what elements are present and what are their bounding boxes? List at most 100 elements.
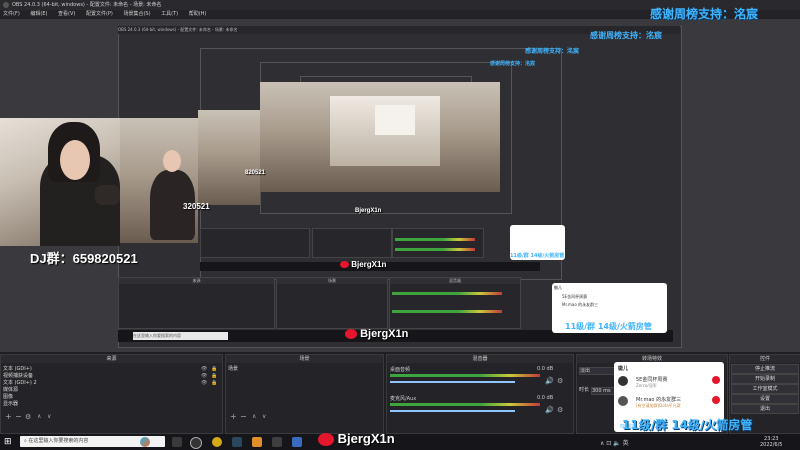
duration-label: 时长 [579,387,590,393]
windows-start-icon[interactable]: ⊞ [4,437,14,447]
weekly-thanks-banner-4: 感谢周榜支持：洺宸 [490,61,536,67]
nested-mixer-dock-2 [392,228,484,258]
weibo-watermark-4: BjergX1n [355,208,381,214]
audio-meter [390,374,540,377]
mixer-dock: 混音器 桌面音频 0.0 dB 🔊 ⚙ 麦克风/Aux 0.0 dB 🔊 ⚙ [386,354,574,434]
chat-header: 徽儿 [618,366,629,372]
room-tunnel-window [375,105,415,135]
source-item[interactable]: 文本 (GDI+) 2 [3,380,37,386]
gift-icon [712,396,720,404]
chevron-up-icon[interactable]: ∧ [252,413,256,420]
source-item[interactable]: 显示器 [3,401,18,407]
app-icon[interactable] [272,437,282,447]
menu-edit[interactable]: 编辑(E) [30,11,47,17]
nested-sources-title: 来源 [119,278,274,284]
lock-icon[interactable]: 🔒 [211,366,217,372]
tray-icons[interactable]: ∧ ⊡ 🔈 英 [600,438,629,447]
nested-sources-dock: 来源 [118,277,275,329]
person-face-2 [163,150,181,172]
steam-icon[interactable] [232,437,242,447]
nested-scenes-dock: 场景 [276,277,388,329]
speaker-icon[interactable]: 🔊 [545,406,554,414]
person-face [60,140,90,180]
level-banner-3: 11级/群 14级/火箭房管 [510,253,565,259]
taskbar-clock[interactable]: 23:23 2022/6/5 [760,436,782,448]
search-icon: ⌕ [24,438,27,444]
avatar [618,396,628,406]
nested-meter-4 [395,248,475,251]
chevron-up-icon[interactable]: ∧ [37,413,41,420]
menu-view[interactable]: 查看(V) [58,11,75,17]
stop-streaming-button[interactable]: 停止推流 [731,364,799,374]
weekly-thanks-banner-2: 感谢周榜支持：洺宸 [590,31,662,40]
nested-meter-2 [392,310,502,313]
colorful-app-icon[interactable] [140,437,150,447]
nested-mixer-title: 混音器 [390,278,520,284]
controls-dock-title: 控件 [730,355,800,363]
menu-file[interactable]: 文件(F) [3,11,20,17]
clock-date: 2022/6/5 [760,442,783,448]
chat-text: Zerco/冠军 [636,383,657,388]
gear-icon[interactable]: ⚙ [557,377,563,385]
level-banner: 11级/群 14级/火箭房管 [622,418,753,432]
chevron-down-icon[interactable]: ∨ [262,413,266,420]
source-item[interactable]: 视频捕获设备 [3,373,33,379]
chevron-down-icon[interactable]: ∨ [47,413,51,420]
weibo-logo-icon [340,261,349,269]
source-item[interactable]: 文本 (GDI+) [3,366,32,372]
weekly-thanks-banner: 感谢周榜支持：洺宸 [650,7,759,21]
volume-slider[interactable] [390,381,515,383]
remove-icon[interactable]: − [15,412,22,421]
nested-chat-user-2: Mr.mao 的永友群三 [562,302,599,307]
audio-meter [390,403,540,406]
nested-chat-user-1: 5E金同杯周赛 [562,294,588,299]
orange-app-icon[interactable] [252,437,262,447]
remove-icon[interactable]: − [240,412,247,421]
mixer-track-db: 0.0 dB [537,366,554,372]
menu-scene-collection[interactable]: 场景集合(S) [123,11,150,17]
avatar [618,376,628,386]
blue-app-icon[interactable] [292,437,302,447]
obs-taskbar-icon[interactable] [190,437,202,449]
transition-select[interactable]: 淡出 [579,367,616,375]
lock-icon[interactable]: 🔒 [211,380,217,386]
gear-icon[interactable]: ⚙ [557,406,563,414]
weibo-watermark: BjergX1n [318,431,395,447]
webcam-frame-3 [198,110,260,205]
menu-profile[interactable]: 配置文件(P) [86,11,113,17]
scene-item[interactable]: 场景 [228,366,238,372]
scenes-dock-title: 场景 [226,355,383,363]
mixer-dock-title: 混音器 [387,355,573,363]
menu-help[interactable]: 帮助(H) [189,11,207,17]
start-recording-button[interactable]: 开始录制 [731,374,799,384]
volume-slider[interactable] [390,410,515,412]
dj-number-partial-1: 320521 [183,202,210,211]
source-item[interactable]: 媒体源 [3,387,18,393]
menu-tools[interactable]: 工具(T) [161,11,178,17]
weibo-handle-3: BjergX1n [351,260,387,269]
eye-icon[interactable]: 👁 [201,380,207,386]
sources-dock-title: 来源 [1,355,222,363]
gear-icon[interactable]: ⚙ [25,413,31,421]
obs-logo-icon [3,2,9,8]
studio-mode-button[interactable]: 工作室模式 [731,384,799,394]
nested-scenes-dock-2 [312,228,392,258]
add-icon[interactable]: + [5,412,12,421]
taskview-icon[interactable] [172,437,182,447]
nested-scenes-title: 场景 [277,278,387,284]
weibo-handle-4: BjergX1n [355,208,382,214]
eye-icon[interactable]: 👁 [201,366,207,372]
yellow-app-icon[interactable] [212,437,222,447]
source-item[interactable]: 图像 [3,394,13,400]
gift-icon [712,376,720,384]
lock-icon[interactable]: 🔒 [211,373,217,379]
speaker-icon[interactable]: 🔊 [545,377,554,385]
eye-icon[interactable]: 👁 [201,373,207,379]
weibo-logo-icon [318,433,334,447]
headphone-icon [95,185,120,205]
add-icon[interactable]: + [230,412,237,421]
exit-button[interactable]: 退出 [731,404,799,414]
scenes-dock: 场景 场景 + − ∧ ∨ [225,354,384,434]
nested-meter-3 [395,238,475,241]
settings-button[interactable]: 设置 [731,394,799,404]
